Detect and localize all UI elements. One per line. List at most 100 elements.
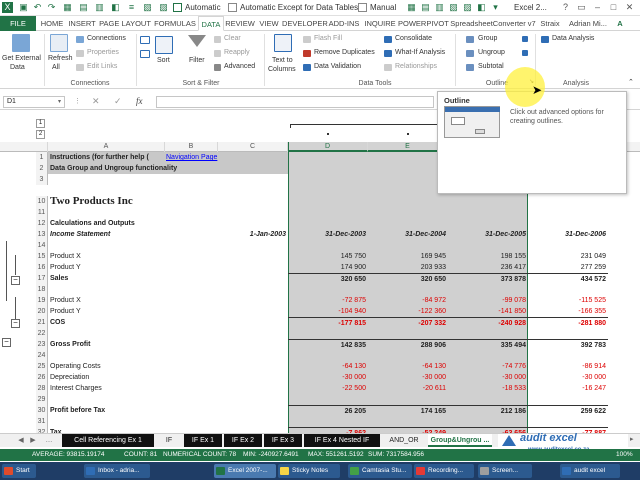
row-number[interactable]: 25 xyxy=(36,361,48,372)
row-number[interactable]: 11 xyxy=(36,207,48,218)
cell-d[interactable]: 320 650 xyxy=(288,273,368,284)
start-button[interactable]: Start xyxy=(2,464,36,478)
cell-g[interactable]: 231 049 xyxy=(528,251,608,262)
cell-f[interactable]: 335 494 xyxy=(448,339,528,350)
row-number[interactable]: 17 xyxy=(36,273,48,284)
qat-icon-1[interactable]: ▦ xyxy=(62,2,73,13)
name-box[interactable]: D1 xyxy=(3,96,65,108)
sheet-tab-and-or[interactable]: AND_OR xyxy=(382,434,426,447)
cell-d[interactable]: 31-Dec-2003 xyxy=(288,229,368,240)
tab-home[interactable]: HOME xyxy=(38,16,66,31)
column-outline-level-1-button[interactable]: 1 xyxy=(36,119,45,128)
data-validation-button[interactable]: Data Validation xyxy=(314,63,361,70)
cell-d[interactable]: -104 940 xyxy=(288,306,368,317)
collapse-ribbon-icon[interactable]: ⌃ xyxy=(628,78,634,86)
cell-f[interactable]: 198 155 xyxy=(448,251,528,262)
tab-straix[interactable]: Straix xyxy=(538,16,562,31)
cell-e[interactable]: 169 945 xyxy=(368,251,448,262)
cell-g[interactable]: 259 622 xyxy=(528,405,608,416)
cell-d[interactable]: 174 900 xyxy=(288,262,368,273)
cell-a[interactable]: Depreciation xyxy=(50,372,89,383)
automatic-except-checkbox[interactable] xyxy=(228,3,237,12)
qat-icon-7[interactable]: ▨ xyxy=(158,2,169,13)
cell-a[interactable]: COS xyxy=(50,317,65,328)
cell-a[interactable]: Sales xyxy=(50,273,68,284)
qat-icon-5[interactable]: ≡ xyxy=(126,2,137,13)
hide-detail-icon[interactable] xyxy=(522,50,528,56)
sheet-tab-if-ex2[interactable]: IF Ex 2 xyxy=(224,434,262,447)
row-number[interactable]: 31 xyxy=(36,416,48,427)
row-number[interactable]: 10 xyxy=(36,196,48,207)
qat-icon-2[interactable]: ▤ xyxy=(78,2,89,13)
sheet-tab-if-ex1[interactable]: IF Ex 1 xyxy=(184,434,222,447)
cell-e[interactable]: -84 972 xyxy=(368,295,448,306)
row-number[interactable]: 3 xyxy=(36,174,48,185)
filter-icon[interactable] xyxy=(188,35,206,47)
data-analysis-button[interactable]: Data Analysis xyxy=(552,35,594,42)
user-account[interactable]: Adrian Mi... xyxy=(566,16,610,31)
cell-e[interactable]: -20 611 xyxy=(368,383,448,394)
row-number[interactable]: 16 xyxy=(36,262,48,273)
cell-a[interactable]: Two Products Inc xyxy=(50,196,133,207)
row-number[interactable]: 14 xyxy=(36,240,48,251)
column-header-b[interactable]: B xyxy=(165,142,218,152)
cell-a[interactable]: Profit before Tax xyxy=(50,405,105,416)
row-number[interactable]: 21 xyxy=(36,317,48,328)
consolidate-button[interactable]: Consolidate xyxy=(395,35,432,42)
filter-button[interactable]: Filter xyxy=(189,57,205,64)
row-number[interactable]: 26 xyxy=(36,372,48,383)
taskbar-item-inbox[interactable]: Inbox - adria... xyxy=(84,464,150,478)
qat-icon-11[interactable]: ▧ xyxy=(448,2,459,13)
cell-a[interactable]: Instructions (for further help ( xyxy=(50,152,149,163)
connections-button[interactable]: Connections xyxy=(87,35,126,42)
qat-icon-8[interactable]: ▦ xyxy=(406,2,417,13)
cell-f[interactable]: -240 928 xyxy=(448,317,528,328)
sort-az-icon[interactable] xyxy=(140,36,150,44)
hscroll-right-icon[interactable]: ▸ xyxy=(630,435,634,443)
row-number[interactable]: 1 xyxy=(36,152,48,163)
cell-f[interactable]: -74 776 xyxy=(448,361,528,372)
taskbar-item-screen[interactable]: Screen... xyxy=(478,464,532,478)
cell-f[interactable]: -18 533 xyxy=(448,383,528,394)
manual-checkbox[interactable] xyxy=(358,3,367,12)
more-tabs-icon[interactable]: … xyxy=(44,434,54,447)
column-header-c[interactable]: C xyxy=(218,142,288,152)
edit-links-button[interactable]: Edit Links xyxy=(87,63,117,70)
confirm-entry-icon[interactable]: ✓ xyxy=(114,96,122,107)
cell-e[interactable]: 203 933 xyxy=(368,262,448,273)
zoom-level[interactable]: 100% xyxy=(616,449,633,461)
tab-file[interactable]: FILE xyxy=(0,16,36,31)
qat-icon-12[interactable]: ▨ xyxy=(462,2,473,13)
row-number[interactable]: 2 xyxy=(36,163,48,174)
name-box-dropdown-icon[interactable]: ▾ xyxy=(58,98,61,105)
undo-icon[interactable]: ↶ xyxy=(32,2,43,13)
sheet-tab-group-ungroup[interactable]: Group&Ungrou ... xyxy=(428,434,492,447)
row-number[interactable]: 18 xyxy=(36,284,48,295)
cell-d[interactable]: 142 835 xyxy=(288,339,368,350)
cell-g[interactable]: -281 880 xyxy=(528,317,608,328)
cell-e[interactable]: 320 650 xyxy=(368,273,448,284)
qat-icon-10[interactable]: ▥ xyxy=(434,2,445,13)
cell-c[interactable]: 1-Jan-2003 xyxy=(218,229,288,240)
tab-developer[interactable]: DEVELOPER xyxy=(282,16,328,31)
get-external-data-icon[interactable] xyxy=(12,34,30,52)
taskbar-item-audit-excel[interactable]: audit excel xyxy=(560,464,620,478)
cell-e[interactable]: 288 906 xyxy=(368,339,448,350)
cell-g[interactable]: 392 783 xyxy=(528,339,608,350)
minimize-icon[interactable]: – xyxy=(592,2,603,13)
qat-dropdown-icon[interactable]: ▾ xyxy=(490,2,501,13)
close-icon[interactable]: ✕ xyxy=(624,2,635,13)
cell-g[interactable]: -16 247 xyxy=(528,383,608,394)
cell-d[interactable]: 145 750 xyxy=(288,251,368,262)
taskbar-item-sticky-notes[interactable]: Sticky Notes xyxy=(278,464,340,478)
cell-a[interactable]: Interest Charges xyxy=(50,383,102,394)
tab-page-layout[interactable]: PAGE LAYOUT xyxy=(98,16,152,31)
row-number[interactable]: 23 xyxy=(36,339,48,350)
row-number[interactable]: 30 xyxy=(36,405,48,416)
cell-a[interactable]: Product Y xyxy=(50,262,81,273)
cancel-entry-icon[interactable]: ✕ xyxy=(92,96,100,107)
cell-f[interactable]: 373 878 xyxy=(448,273,528,284)
taskbar-item-camtasia[interactable]: Camtasia Stu... xyxy=(348,464,412,478)
row-number[interactable]: 19 xyxy=(36,295,48,306)
tab-add-ins[interactable]: ADD-INS xyxy=(326,16,362,31)
